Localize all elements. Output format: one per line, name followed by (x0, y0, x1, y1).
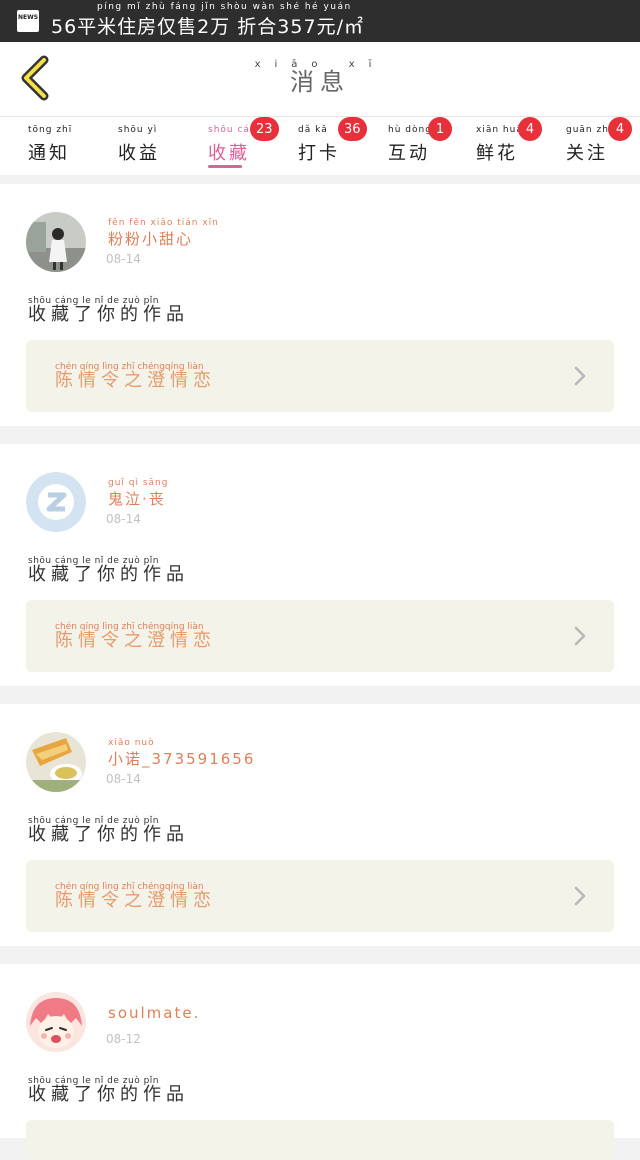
tab-label: 收藏 (208, 143, 250, 164)
work-link[interactable]: chén qíng lìng zhī chéngqíng liàn 陈情令之澄情… (26, 340, 614, 412)
message-card: xiǎo nuò 小诺_373591656 08-14 shōu cáng le… (0, 704, 640, 946)
message-card: fěn fěn xiǎo tián xīn 粉粉小甜心 08-14 shōu c… (0, 184, 640, 426)
news-app-icon: NEWS (17, 10, 39, 32)
username[interactable]: 粉粉小甜心 (108, 228, 193, 249)
tab-interaction[interactable]: hù dòng 互动 1 (388, 117, 458, 173)
work-title: 陈情令之澄情恋 (55, 890, 216, 911)
active-tab-indicator (208, 165, 242, 168)
status-headline-pinyin: píng mǐ zhù fáng jǐn shòu wàn shé hé yuá… (97, 1, 352, 12)
tab-notice[interactable]: tōng zhī 通知 (28, 125, 98, 173)
work-link[interactable] (26, 1120, 614, 1160)
username[interactable]: 鬼泣·丧 (108, 488, 166, 509)
tab-following[interactable]: guān zhù 关注 4 (566, 117, 636, 173)
tab-pinyin: xiān huā (476, 125, 523, 135)
user-avatar-image (26, 732, 86, 792)
avatar[interactable] (26, 732, 86, 792)
message-card: soulmate. 08-12 shōu cáng le nǐ de zuò p… (0, 964, 640, 1160)
username-pinyin: fěn fěn xiǎo tián xīn (108, 218, 219, 228)
user-avatar-image (26, 212, 86, 272)
username-pinyin: guǐ qì sāng (108, 478, 169, 488)
action-text: 收藏了你的作品 (28, 1084, 189, 1105)
avatar[interactable] (26, 472, 86, 532)
tab-badge: 36 (338, 117, 367, 141)
action-text: 收藏了你的作品 (28, 564, 189, 585)
username[interactable]: 小诺_373591656 (108, 748, 255, 769)
tab-label: 打卡 (298, 143, 340, 164)
action-text: 收藏了你的作品 (28, 824, 189, 845)
work-link[interactable]: chén qíng lìng zhī chéngqíng liàn 陈情令之澄情… (26, 600, 614, 672)
tab-bar: tōng zhī 通知 shōu yì 收益 shōu cáng 收藏 23 d… (0, 117, 640, 175)
username[interactable]: soulmate. (108, 1004, 200, 1022)
tab-label: 互动 (388, 143, 430, 164)
message-card: guǐ qì sāng 鬼泣·丧 08-14 shōu cáng le nǐ d… (0, 444, 640, 686)
status-headline[interactable]: 56平米住房仅售2万 折合357元/㎡ (51, 12, 364, 39)
action-text: 收藏了你的作品 (28, 304, 189, 325)
tab-badge: 4 (518, 117, 542, 141)
qq-default-avatar-icon (26, 472, 86, 532)
tab-label: 鲜花 (476, 143, 518, 164)
chevron-right-icon (574, 886, 586, 906)
message-date: 08-14 (106, 252, 141, 266)
work-link[interactable]: chén qíng lìng zhī chéngqíng liàn 陈情令之澄情… (26, 860, 614, 932)
tab-checkin[interactable]: dǎ kǎ 打卡 36 (298, 117, 368, 173)
avatar[interactable] (26, 992, 86, 1052)
chevron-right-icon (574, 366, 586, 386)
work-title: 陈情令之澄情恋 (55, 630, 216, 651)
work-title: 陈情令之澄情恋 (55, 370, 216, 391)
tab-pinyin: tōng zhī (28, 125, 73, 135)
status-bar: NEWS píng mǐ zhù fáng jǐn shòu wàn shé h… (0, 0, 640, 42)
header: xiāo xī 消息 (0, 42, 640, 117)
status-headline-wrap: píng mǐ zhù fáng jǐn shòu wàn shé hé yuá… (39, 1, 364, 39)
tab-badge: 4 (608, 117, 632, 141)
tab-badge: 1 (428, 117, 452, 141)
message-date: 08-14 (106, 512, 141, 526)
message-date: 08-14 (106, 772, 141, 786)
chevron-right-icon (574, 626, 586, 646)
tab-label: 关注 (566, 143, 608, 164)
tab-label: 收益 (118, 143, 160, 164)
tab-flowers[interactable]: xiān huā 鲜花 4 (476, 117, 546, 173)
tab-favorites[interactable]: shōu cáng 收藏 23 (208, 117, 279, 173)
user-avatar-image (26, 992, 86, 1052)
tab-badge: 23 (250, 117, 279, 141)
tab-label: 通知 (28, 143, 70, 164)
username-pinyin: xiǎo nuò (108, 738, 155, 748)
page-title: 消息 (290, 68, 350, 96)
tab-pinyin: hù dòng (388, 125, 432, 135)
avatar[interactable] (26, 212, 86, 272)
message-date: 08-12 (106, 1032, 141, 1046)
tab-income[interactable]: shōu yì 收益 (118, 125, 188, 173)
tab-pinyin: shōu yì (118, 125, 158, 135)
tab-pinyin: dǎ kǎ (298, 125, 328, 135)
